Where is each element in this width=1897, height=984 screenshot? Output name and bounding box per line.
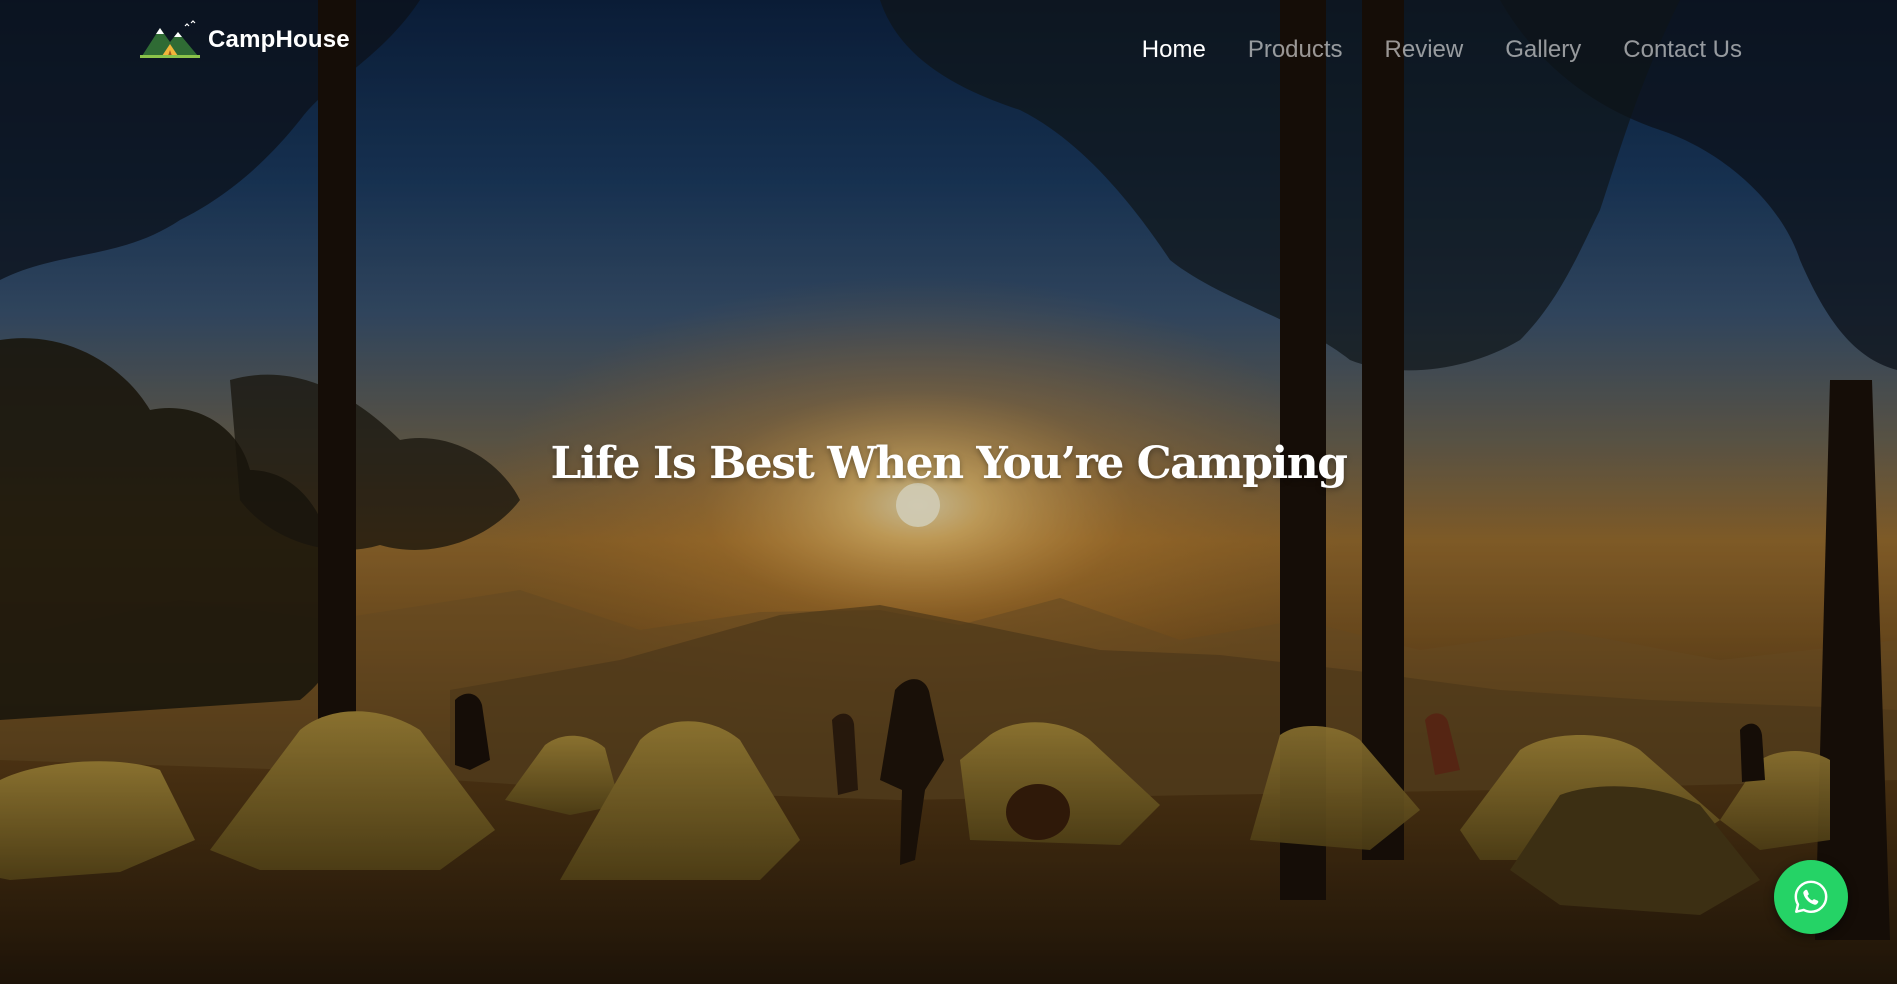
nav-item-review: Review: [1385, 36, 1464, 64]
hero-section: CampHouse Home Products Review Gallery C…: [0, 0, 1897, 984]
hero-headline: Life Is Best When You’re Camping: [550, 438, 1348, 489]
nav-link-gallery[interactable]: Gallery: [1505, 36, 1581, 63]
nav-link-review[interactable]: Review: [1385, 36, 1464, 63]
nav-item-gallery: Gallery: [1505, 36, 1581, 64]
nav-item-home: Home: [1142, 36, 1206, 64]
nav-menu: Home Products Review Gallery Contact Us: [1142, 36, 1742, 64]
brand-name: CampHouse: [208, 26, 350, 53]
mountain-tent-icon: [140, 20, 200, 58]
nav-link-contact-us[interactable]: Contact Us: [1623, 36, 1742, 63]
whatsapp-button[interactable]: [1774, 860, 1848, 934]
nav-link-products[interactable]: Products: [1248, 36, 1343, 63]
nav-item-products: Products: [1248, 36, 1343, 64]
whatsapp-icon: [1794, 880, 1828, 914]
nav-item-contact: Contact Us: [1623, 36, 1742, 64]
hero-background-image: [0, 0, 1897, 984]
nav-link-home[interactable]: Home: [1142, 36, 1206, 63]
brand-link[interactable]: CampHouse: [140, 20, 350, 60]
top-navbar: CampHouse Home Products Review Gallery C…: [0, 0, 1897, 100]
